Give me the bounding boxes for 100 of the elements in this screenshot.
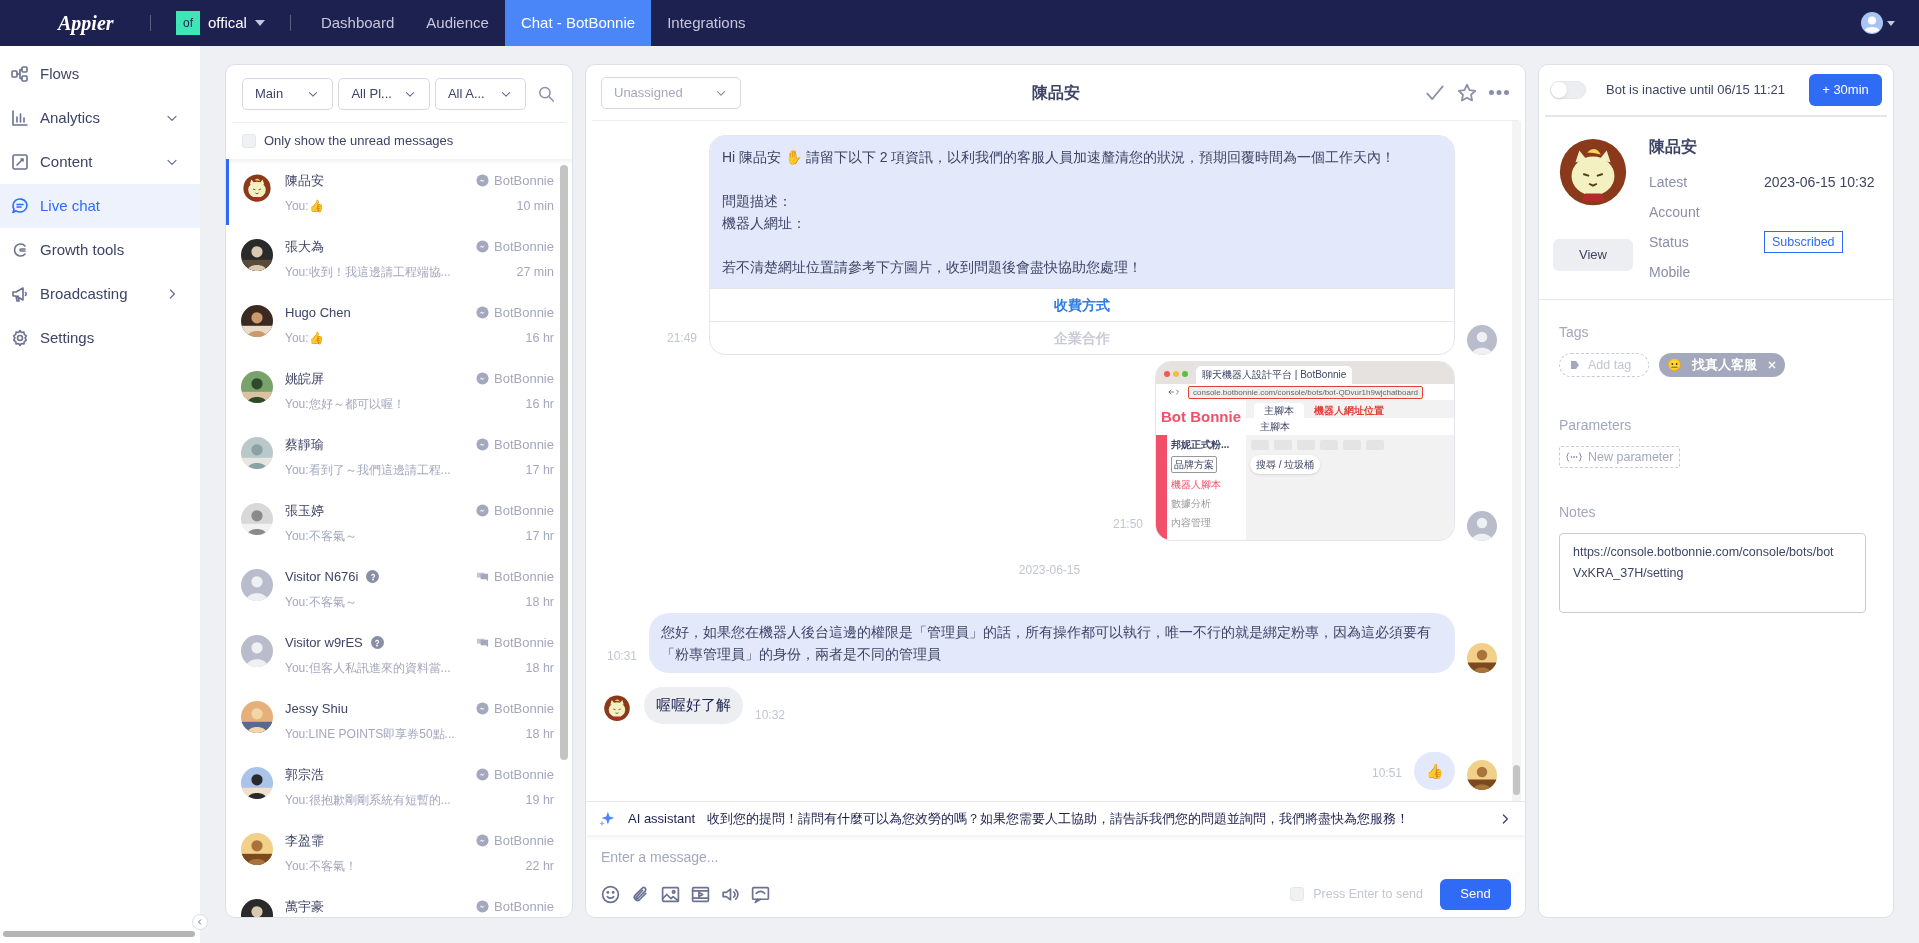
emoji: 😐	[1667, 357, 1682, 374]
message-preview: You:不客氣！	[285, 857, 357, 875]
field-label: Status	[1649, 232, 1690, 252]
message-preview: You:👍	[285, 329, 324, 347]
quick-reply-button[interactable]: 收費方式	[710, 288, 1454, 321]
messenger-icon	[476, 174, 489, 188]
menu-item: 數據分析	[1171, 496, 1212, 511]
chat-widget-icon	[476, 570, 489, 584]
message-input[interactable]: Enter a message...	[586, 835, 1525, 879]
send-button[interactable]: Send	[1440, 878, 1511, 910]
sidebar-item[interactable]: Flows	[0, 52, 200, 96]
sidebar-item[interactable]: Analytics	[0, 96, 200, 140]
messenger-icon	[476, 372, 489, 386]
contact-name: 姚皖屏	[285, 370, 324, 388]
contact-name: 蔡靜瑜	[285, 436, 324, 454]
scrollbar[interactable]	[3, 931, 195, 937]
sidebar-item[interactable]: Broadcasting	[0, 272, 200, 316]
sidebar-item[interactable]: Settings	[0, 316, 200, 360]
nav-tab[interactable]: Audience	[410, 0, 505, 46]
tag-icon	[1570, 360, 1580, 370]
timestamp: 19 hr	[525, 791, 554, 809]
close-icon[interactable]	[1767, 360, 1777, 370]
conversation-item[interactable]: Jessy Shiu You:LINE POINTS即享券50點... BotBonnie 18 hr	[226, 687, 560, 753]
message-text: Hi 陳品安 ✋ 請留下以下 2 項資訊，以利我們的客服人員加速釐清您的狀況，預期回覆時間為一個工作天內！	[722, 148, 1397, 167]
conversation-item[interactable]: 郭宗浩 You:很抱歉剛剛系統有短暫的... BotBonnie 19 hr	[226, 753, 560, 819]
logo: Bot Bonnie	[1160, 407, 1242, 427]
extend-button[interactable]: + 30min	[1809, 74, 1882, 106]
conversation-item[interactable]: Hugo Chen You:👍 BotBonnie 16 hr	[226, 291, 560, 357]
messenger-icon	[476, 240, 489, 254]
message-text: 問題描述：	[722, 192, 793, 211]
emoji-button[interactable]	[600, 883, 621, 905]
status-badge: Subscribed	[1764, 230, 1843, 254]
checkbox[interactable]	[1290, 887, 1305, 901]
page-name: 邦妮正式粉...	[1171, 437, 1231, 452]
sidebar-item[interactable]: Growth tools	[0, 228, 200, 272]
callout-label: 機器人網址位置	[1314, 404, 1384, 418]
sidebar-label: Live chat	[40, 195, 102, 216]
workspace-badge: of	[176, 11, 200, 35]
edit-icon	[10, 152, 30, 172]
breadcrumb: 主腳本	[1246, 418, 1454, 435]
conversation-item[interactable]: 張玉婷 You:不客氣～ BotBonnie 17 hr	[226, 489, 560, 555]
star-button[interactable]	[1456, 81, 1478, 104]
collapse-button[interactable]	[192, 914, 208, 930]
filter-dropdown[interactable]: All Pl...	[338, 77, 430, 110]
sidebar-item[interactable]: Live chat	[0, 184, 200, 228]
messenger-icon	[476, 768, 489, 782]
section-title: Notes	[1559, 503, 1597, 522]
sidebar-item[interactable]: Content	[0, 140, 200, 184]
message-preview: You:但客人私訊進來的資料當...	[285, 659, 451, 677]
timestamp: 21:50	[1112, 516, 1143, 533]
megaphone-icon	[10, 284, 30, 304]
message-preview: You:LINE POINTS即享券50點...	[285, 725, 455, 743]
contact-name: 張玉婷	[285, 502, 324, 520]
filter-dropdown[interactable]: Main	[242, 77, 334, 110]
notes-field[interactable]: https://console.botbonnie.com/console/bots/bot VxKRA_37H/setting	[1559, 533, 1866, 613]
scrollbar[interactable]	[560, 165, 568, 760]
bot-status: Bot is inactive until 06/15 11:21	[1606, 81, 1786, 100]
workspace-switcher[interactable]: of offical	[151, 0, 290, 46]
search-pill: 搜尋 / 垃圾桶	[1250, 455, 1321, 474]
ai-assistant-bar[interactable]: AI assistant 收到您的提問！請問有什麼可以為您效勞的嗎？如果您需要人工協助，請告訴我們您的問題並詢問，我們將盡快為您服務！	[586, 801, 1525, 835]
menu-item: 內容管理	[1171, 515, 1212, 530]
channel-name: BotBonnie	[494, 238, 554, 256]
caret-icon	[254, 20, 265, 26]
channel-name: BotBonnie	[494, 568, 554, 586]
settings-icon	[10, 328, 30, 348]
screenshot-image[interactable]: 聊天機器人設計平台 | BotBonnie console.botbonnie.com/console/bots/bot-QDvur1h9wjchatboard Bot Bonnie 邦妮正式粉... 品牌方案 機器人腳本 數據分析 內容管理 主腳本 機器人網址位置 主腳本 搜尋 / 垃圾桶	[1155, 361, 1455, 541]
conversation-item[interactable]: 李盈霏 You:不客氣！ BotBonnie 22 hr	[226, 819, 560, 885]
conversation-item[interactable]: Visitor w9rES You:但客人私訊進來的資料當... BotBonnie 18 hr	[226, 621, 560, 687]
message-preview: You:您好～都可以喔！	[285, 395, 405, 413]
more-icon	[1489, 90, 1509, 95]
sidebar-label: Flows	[40, 63, 81, 84]
nav-tab[interactable]: Integrations	[651, 0, 762, 46]
user-avatar-icon[interactable]	[1861, 12, 1883, 34]
channel-name: BotBonnie	[494, 634, 554, 652]
filter-dropdown[interactable]: All A...	[434, 77, 527, 110]
date-divider: 2023-06-15	[1018, 562, 1081, 579]
caret-icon	[1887, 20, 1895, 26]
sidebar-label: Settings	[40, 327, 96, 348]
scrollbar[interactable]	[1513, 765, 1520, 795]
timestamp: 18 hr	[525, 659, 554, 677]
conversation-item[interactable]: 姚皖屏 You:您好～都可以喔！ BotBonnie 16 hr	[226, 357, 560, 423]
contact-name: 張大為	[285, 238, 324, 256]
toggle-switch[interactable]	[1550, 81, 1586, 99]
sidebar-label: Growth tools	[40, 239, 126, 260]
view-button[interactable]: View	[1553, 239, 1633, 271]
conversation-item[interactable]: 張大為 You:收到！我這邊請工程端協... BotBonnie 27 min	[226, 225, 560, 291]
contact-name: 郭宗浩	[285, 766, 324, 784]
message-bubble: 您好，如果您在機器人後台這邊的權限是「管理員」的話，所有操作都可以執行，唯一不行的就是綁定粉專，因為這必須要有「粉專管理員」的身份，兩者是不同的管理員	[649, 613, 1455, 673]
conversation-item[interactable]: 蔡靜瑜 You:看到了～我們這邊請工程... BotBonnie 17 hr	[226, 423, 560, 489]
contact-name: Visitor N676i	[285, 568, 359, 586]
conversation-item[interactable]: Visitor N676i You:不客氣～ BotBonnie 18 hr	[226, 555, 560, 621]
messenger-icon	[476, 306, 489, 320]
contact-name: 陳品安	[285, 172, 324, 190]
messenger-icon	[476, 438, 489, 452]
nav-tab[interactable]: Dashboard	[304, 0, 411, 46]
checkbox[interactable]	[242, 134, 256, 148]
message-preview: You:看到了～我們這邊請工程...	[285, 461, 451, 479]
conversation-item[interactable]: 萬宇豪 BotBonnie	[226, 885, 560, 917]
contact-name: 李盈霏	[285, 832, 324, 850]
chat-bubble-icon	[10, 196, 30, 216]
